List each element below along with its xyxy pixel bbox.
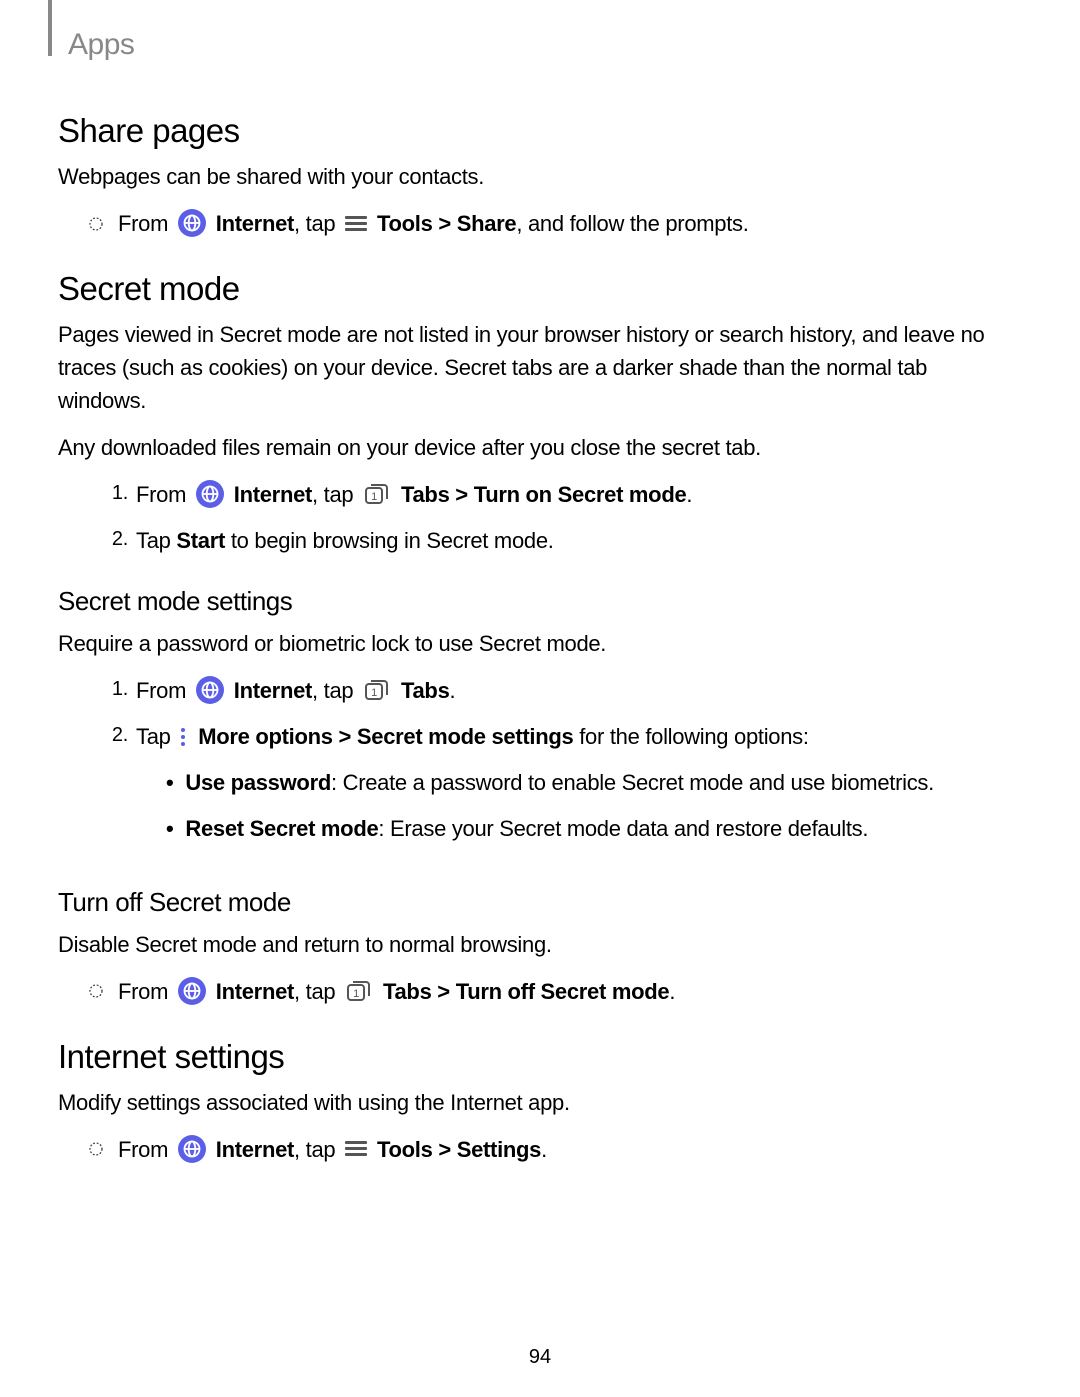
- text: From: [118, 211, 174, 236]
- off-label: Turn off Secret mode: [456, 979, 670, 1004]
- option-reset-secret: • Reset Secret mode: Erase your Secret m…: [166, 812, 934, 846]
- secret-settings-step1: 1. From Internet, tap 1 Tabs.: [104, 674, 1020, 708]
- option-use-password: • Use password: Create a password to ena…: [166, 766, 934, 800]
- internet-icon: [196, 480, 224, 508]
- content: Share pages Webpages can be shared with …: [58, 112, 1020, 1166]
- internet-icon: [178, 977, 206, 1005]
- use-password-label: Use password: [185, 770, 331, 795]
- share-pages-step: From Internet, tap Tools > Share, and fo…: [88, 207, 1020, 240]
- internet-icon: [178, 209, 206, 237]
- text: for the following options:: [573, 724, 808, 749]
- page-number: 94: [0, 1346, 1080, 1369]
- internet-icon: [196, 676, 224, 704]
- secret-mode-step1: 1. From Internet, tap 1 Tabs > Turn on S…: [104, 478, 1020, 512]
- section-turn-off: Turn off Secret mode: [58, 887, 1020, 918]
- section-share-pages: Share pages: [58, 112, 1020, 150]
- text: : Create a password to enable Secret mod…: [331, 770, 934, 795]
- text: , tap: [312, 482, 359, 507]
- internet-label: Internet: [234, 678, 312, 703]
- marker: 1.: [104, 478, 128, 509]
- section-secret-mode: Secret mode: [58, 270, 1020, 308]
- text: : Erase your Secret mode data and restor…: [378, 816, 868, 841]
- turn-off-step: From Internet, tap 1 Tabs > Turn off Sec…: [88, 975, 1020, 1008]
- text: .: [541, 1137, 547, 1162]
- tabs-label: Tabs: [383, 979, 432, 1004]
- bullet-icon: [88, 216, 104, 232]
- text: , tap: [294, 979, 341, 1004]
- turnon-label: Turn on Secret mode: [474, 482, 687, 507]
- tabs-label: Tabs: [401, 482, 450, 507]
- tabs-icon: 1: [363, 678, 391, 702]
- secret-settings-step2: 2. Tap More options > Secret mode settin…: [104, 720, 1020, 858]
- secret-mode-step2: 2. Tap Start to begin browsing in Secret…: [104, 524, 1020, 558]
- bullet-dot: •: [166, 812, 173, 846]
- settings-label: Settings: [457, 1137, 541, 1162]
- text: to begin browsing in Secret mode.: [225, 528, 554, 553]
- page-header: Apps: [68, 28, 1020, 62]
- tabs-label: Tabs: [401, 678, 450, 703]
- svg-text:1: 1: [353, 988, 359, 1000]
- text: .: [669, 979, 675, 1004]
- internet-icon: [178, 1135, 206, 1163]
- more-options-icon: [178, 726, 188, 748]
- svg-text:1: 1: [371, 491, 377, 503]
- internet-label: Internet: [216, 211, 294, 236]
- share-pages-desc: Webpages can be shared with your contact…: [58, 160, 1020, 193]
- more-label: More options: [198, 724, 333, 749]
- text: .: [686, 482, 692, 507]
- gt: >: [433, 211, 457, 236]
- gt: >: [450, 482, 474, 507]
- internet-label: Internet: [216, 1137, 294, 1162]
- text: , and follow the prompts.: [516, 211, 748, 236]
- internet-settings-step: From Internet, tap Tools > Settings.: [88, 1133, 1020, 1166]
- internet-label: Internet: [216, 979, 294, 1004]
- text: From: [118, 979, 174, 1004]
- tools-icon: [345, 1140, 367, 1158]
- sms-label: Secret mode settings: [357, 724, 574, 749]
- text: From: [118, 1137, 174, 1162]
- share-label: Share: [457, 211, 517, 236]
- header-rule: [48, 0, 52, 56]
- bullet-dot: •: [166, 766, 173, 800]
- text: , tap: [294, 1137, 341, 1162]
- reset-secret-label: Reset Secret mode: [185, 816, 378, 841]
- bullet-icon: [88, 983, 104, 999]
- internet-label: Internet: [234, 482, 312, 507]
- secret-mode-p1: Pages viewed in Secret mode are not list…: [58, 318, 1020, 417]
- tabs-icon: 1: [345, 979, 373, 1003]
- gt: >: [432, 979, 456, 1004]
- tools-label: Tools: [377, 1137, 433, 1162]
- text: , tap: [294, 211, 341, 236]
- text: Tap: [136, 528, 176, 553]
- section-internet-settings: Internet settings: [58, 1038, 1020, 1076]
- text: .: [450, 678, 456, 703]
- section-secret-settings: Secret mode settings: [58, 586, 1020, 617]
- bullet-icon: [88, 1141, 104, 1157]
- internet-settings-desc: Modify settings associated with using th…: [58, 1086, 1020, 1119]
- secret-settings-desc: Require a password or biometric lock to …: [58, 627, 1020, 660]
- gt: >: [333, 724, 357, 749]
- secret-mode-p2: Any downloaded files remain on your devi…: [58, 431, 1020, 464]
- text: , tap: [312, 678, 359, 703]
- marker: 2.: [104, 524, 128, 555]
- marker: 2.: [104, 720, 128, 751]
- tools-icon: [345, 214, 367, 232]
- text: From: [136, 678, 192, 703]
- svg-text:1: 1: [371, 687, 377, 699]
- turn-off-desc: Disable Secret mode and return to normal…: [58, 928, 1020, 961]
- tabs-icon: 1: [363, 482, 391, 506]
- text: From: [136, 482, 192, 507]
- marker: 1.: [104, 674, 128, 705]
- gt: >: [433, 1137, 457, 1162]
- start-label: Start: [176, 528, 225, 553]
- tools-label: Tools: [377, 211, 433, 236]
- text: Tap: [136, 724, 176, 749]
